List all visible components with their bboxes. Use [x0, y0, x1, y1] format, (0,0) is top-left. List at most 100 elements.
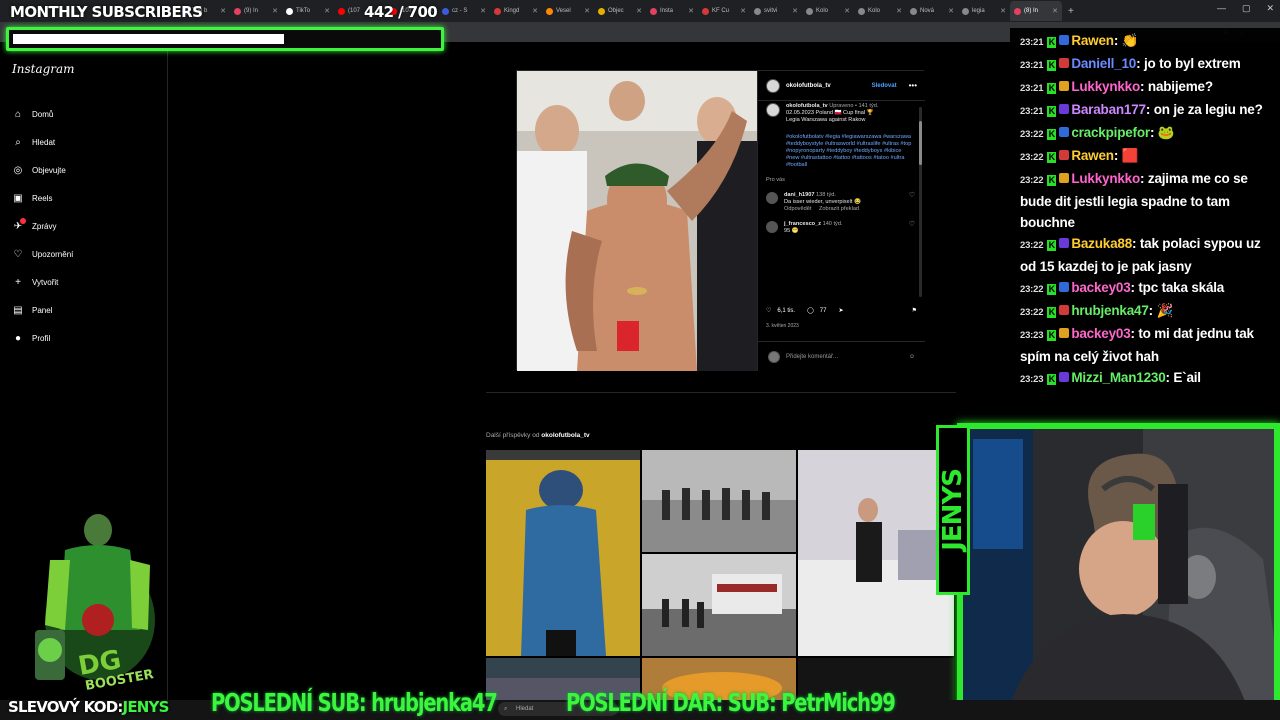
chat-username[interactable]: Lukkynkko — [1071, 171, 1140, 186]
avatar[interactable] — [766, 103, 780, 117]
follow-button[interactable]: Sledovat — [872, 83, 897, 89]
comment-age: 138 týd. — [816, 192, 836, 198]
browser-tab[interactable]: legia ✕ — [958, 1, 1010, 21]
chat-username[interactable]: hrubjenka47 — [1071, 303, 1149, 318]
close-icon[interactable]: ✕ — [1266, 3, 1274, 14]
browser-tab[interactable]: (9) In ✕ — [230, 1, 282, 21]
emoji-icon[interactable]: ☺ — [909, 354, 915, 360]
tab-favicon-icon — [702, 7, 709, 15]
chat-message: 23:21 K Lukkynkko: nabijeme? — [1020, 76, 1272, 99]
caption-username[interactable]: okolofutbola_tv — [786, 103, 828, 109]
chat-timestamp: 23:22 — [1020, 152, 1044, 163]
chat-text: : E`ail — [1165, 370, 1202, 385]
browser-tab[interactable]: Kolo ✕ — [854, 1, 906, 21]
nav-item-messages[interactable]: ✈ Zprávy — [12, 212, 73, 240]
nav-item-home[interactable]: ⌂ Domů — [12, 100, 73, 128]
post-photo — [517, 71, 757, 371]
chat-message: 23:22 Kbackey03: tpc taka skála — [1020, 277, 1272, 300]
tab-close-icon[interactable]: ✕ — [688, 7, 694, 15]
tab-close-icon[interactable]: ✕ — [636, 7, 642, 15]
reply-link[interactable]: Odpovědět — [784, 206, 811, 212]
nav-item-dashboard[interactable]: ▤ Panel — [12, 296, 73, 324]
tab-close-icon[interactable]: ✕ — [896, 7, 902, 15]
browser-tab[interactable]: Nová ✕ — [906, 1, 958, 21]
tab-close-icon[interactable]: ✕ — [844, 7, 850, 15]
hashtags[interactable]: #okolofutbolatv #legia #legiawarszawa #w… — [766, 134, 915, 169]
comment-like-icon[interactable]: ♡ — [909, 192, 915, 213]
tab-close-icon[interactable]: ✕ — [220, 7, 226, 15]
more-posts-username[interactable]: okolofutbola_tv — [541, 432, 589, 439]
chat-username[interactable]: Rawen — [1071, 33, 1114, 48]
nav-item-reels[interactable]: ▣ Reels — [12, 184, 73, 212]
cam-label-text: JENYS — [938, 469, 968, 551]
chat-message: 23:21 K Rawen: 👏 — [1020, 30, 1272, 53]
comment-username[interactable]: dani_h1907 — [784, 192, 814, 198]
grid-post[interactable] — [798, 450, 954, 656]
avatar[interactable] — [766, 192, 778, 204]
translate-link[interactable]: Zobrazit překlad — [819, 206, 859, 212]
chat-username[interactable]: backey03 — [1071, 326, 1130, 341]
maximize-icon[interactable]: ▢ — [1242, 3, 1251, 14]
tab-close-icon[interactable]: ✕ — [1052, 7, 1058, 15]
new-tab-icon[interactable]: + — [1062, 6, 1080, 17]
browser-tab[interactable]: Kingd ✕ — [490, 1, 542, 21]
kick-badge-icon: K — [1047, 37, 1057, 48]
chat-timestamp: 23:21 — [1020, 83, 1044, 94]
chat-username[interactable]: Baraban177 — [1071, 102, 1146, 117]
avatar[interactable] — [766, 221, 778, 233]
translate-link[interactable]: Pro vás — [766, 177, 915, 184]
tab-close-icon[interactable]: ✕ — [532, 7, 538, 15]
browser-tab[interactable]: svitvi ✕ — [750, 1, 802, 21]
post-username[interactable]: okolofutbola_tv — [786, 83, 831, 89]
browser-tab[interactable]: (8) In ✕ — [1010, 1, 1062, 21]
grid-post[interactable] — [486, 450, 640, 656]
tab-close-icon[interactable]: ✕ — [324, 7, 330, 15]
minimize-icon[interactable]: — — [1217, 3, 1226, 14]
browser-tab[interactable]: Vesel ✕ — [542, 1, 594, 21]
browser-tab[interactable]: Kolo ✕ — [802, 1, 854, 21]
chat-username[interactable]: backey03 — [1071, 280, 1130, 295]
grid-post[interactable] — [642, 450, 796, 552]
chat-username[interactable]: Lukkynkko — [1071, 79, 1140, 94]
tab-close-icon[interactable]: ✕ — [792, 7, 798, 15]
comment-like-icon[interactable]: ♡ — [909, 221, 915, 242]
chat-username[interactable]: Bazuka88 — [1071, 236, 1132, 251]
tab-close-icon[interactable]: ✕ — [480, 7, 486, 15]
comment-input[interactable]: Přidejte komentář... ☺ — [758, 341, 925, 371]
browser-tab[interactable]: cz - S ✕ — [438, 1, 490, 21]
chat-username[interactable]: Daniell_10 — [1071, 56, 1136, 71]
user-badge-icon — [1059, 81, 1070, 91]
comment-icon[interactable]: ◯ — [807, 307, 814, 314]
nav-item-plus[interactable]: + Vytvořit — [12, 268, 73, 296]
tab-label: TikTo — [296, 8, 311, 14]
nav-item-search[interactable]: ⌕ Hledat — [12, 128, 73, 156]
instagram-logo[interactable]: Instagram — [12, 62, 75, 76]
chat-username[interactable]: Mizzi_Man1230 — [1071, 370, 1165, 385]
browser-tab[interactable]: KF Cu ✕ — [698, 1, 750, 21]
chat-username[interactable]: crackpipefor — [1071, 125, 1150, 140]
avatar[interactable] — [766, 78, 780, 93]
tab-close-icon[interactable]: ✕ — [272, 7, 278, 15]
nav-item-compass[interactable]: ◎ Objevujte — [12, 156, 73, 184]
share-icon[interactable]: ➤ — [838, 307, 843, 314]
reels-icon: ▣ — [13, 192, 23, 204]
browser-tab[interactable]: TikTo ✕ — [282, 1, 334, 21]
kick-badge-icon: K — [1047, 240, 1057, 251]
tab-close-icon[interactable]: ✕ — [584, 7, 590, 15]
kick-badge-icon: K — [1047, 175, 1057, 186]
grid-post[interactable] — [642, 554, 796, 656]
bookmark-icon[interactable]: ⚑ — [912, 307, 917, 314]
chat-username[interactable]: Rawen — [1071, 148, 1114, 163]
post-image[interactable] — [517, 71, 757, 371]
nav-item-heart[interactable]: ♡ Upozornění — [12, 240, 74, 268]
browser-tab[interactable]: Insta ✕ — [646, 1, 698, 21]
comment-username[interactable]: j_francesco_z — [784, 221, 821, 227]
tab-close-icon[interactable]: ✕ — [1000, 7, 1006, 15]
nav-item-profile[interactable]: ● Profil — [12, 324, 73, 352]
comments-scrollbar[interactable] — [919, 107, 922, 297]
more-options-icon[interactable]: ••• — [909, 81, 917, 90]
like-icon[interactable]: ♡ — [766, 307, 771, 314]
tab-close-icon[interactable]: ✕ — [948, 7, 954, 15]
tab-close-icon[interactable]: ✕ — [740, 7, 746, 15]
browser-tab[interactable]: Objec ✕ — [594, 1, 646, 21]
